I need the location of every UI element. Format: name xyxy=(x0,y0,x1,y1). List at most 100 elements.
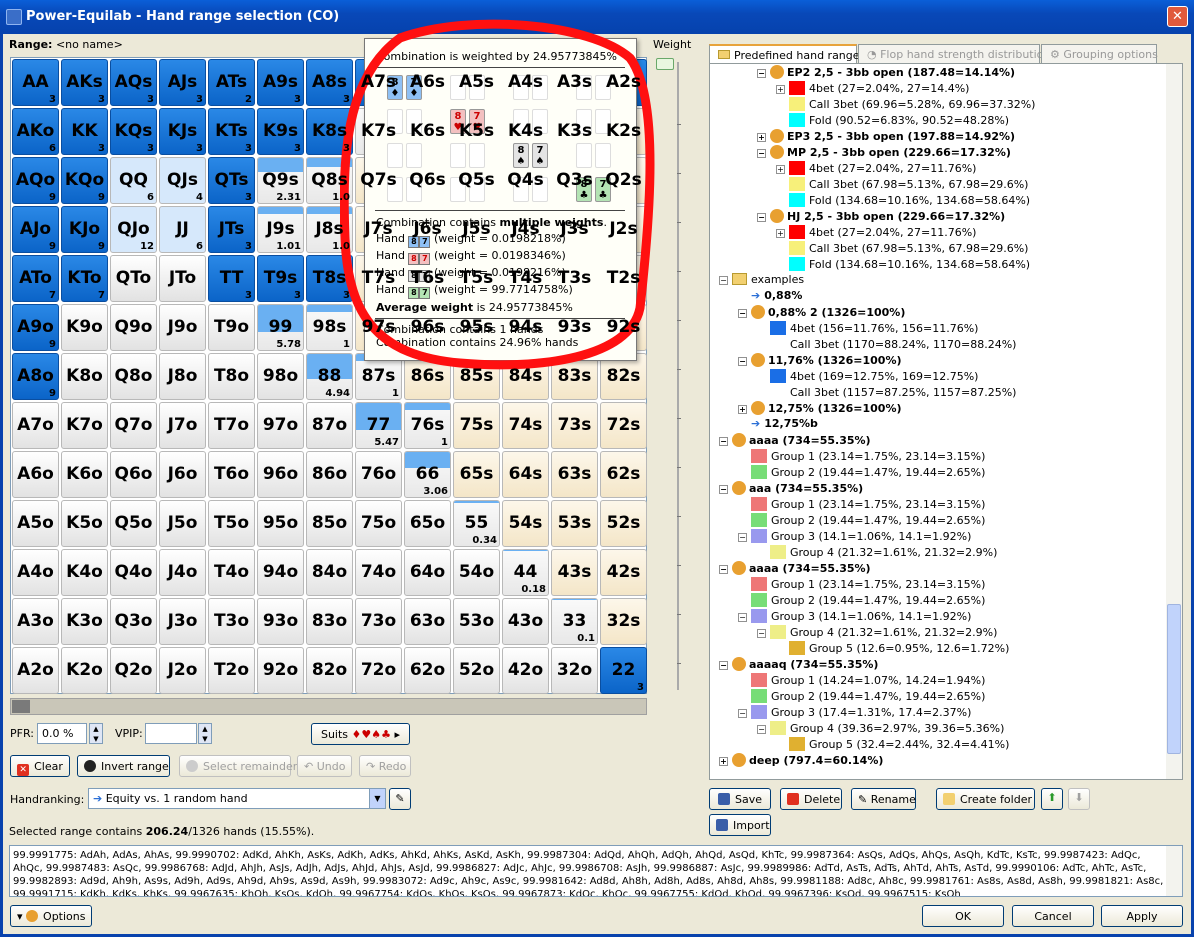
hand-cell[interactable]: K8o xyxy=(61,353,108,400)
tree-item[interactable]: − aaaa (734=55.35%) xyxy=(719,433,871,449)
hand-cell[interactable]: QJs 4 xyxy=(159,157,206,204)
expand-toggle[interactable]: + xyxy=(776,229,785,238)
hand-cell[interactable]: Q3o xyxy=(110,598,157,645)
tree-item[interactable]: − aaaaq (734=55.35%) xyxy=(719,657,878,673)
ok-button[interactable]: OK xyxy=(922,905,1004,927)
hand-cell[interactable]: J2o xyxy=(159,647,206,694)
pfr-input[interactable]: 0.0 % xyxy=(37,723,87,744)
tree-item[interactable]: Group 1 (23.14=1.75%, 23.14=3.15%) xyxy=(738,577,985,593)
rename-button[interactable]: ✎ Rename xyxy=(851,788,916,810)
tree-scroll-thumb[interactable] xyxy=(1167,604,1181,754)
suits-button[interactable]: Suits ♦♥♠♣ ▸ xyxy=(311,723,410,745)
tree-item[interactable]: Call 3bet (67.98=5.13%, 67.98=29.6%) xyxy=(776,241,1028,257)
options-button[interactable]: ▾ Options xyxy=(10,905,92,927)
expand-toggle[interactable]: − xyxy=(719,565,728,574)
hand-cell[interactable]: AQo 9 xyxy=(12,157,59,204)
save-button[interactable]: Save xyxy=(709,788,771,810)
tree-item[interactable]: Group 2 (19.44=1.47%, 19.44=2.65%) xyxy=(738,689,985,705)
expand-toggle[interactable]: − xyxy=(719,661,728,670)
hand-cell[interactable]: 88 4.94 xyxy=(306,353,353,400)
tree-item[interactable]: − EP2 2,5 - 3bb open (187.48=14.14%) xyxy=(757,65,1015,81)
hand-cell[interactable]: T4o xyxy=(208,549,255,596)
hand-cell[interactable]: J9o xyxy=(159,304,206,351)
hand-cell[interactable]: KTs 3 xyxy=(208,108,255,155)
hand-cell[interactable]: KJs 3 xyxy=(159,108,206,155)
tree-item[interactable]: Group 5 (12.6=0.95%, 12.6=1.72%) xyxy=(776,641,1009,657)
hand-cell[interactable]: ATs 2 xyxy=(208,59,255,106)
hand-cell[interactable]: J8s 1.0 xyxy=(306,206,353,253)
tree-item[interactable]: − examples xyxy=(719,273,804,289)
tree-item[interactable]: − 11,76% (1326=100%) xyxy=(738,353,902,369)
hand-cell[interactable]: 98s 1 xyxy=(306,304,353,351)
hand-cell[interactable]: 53o xyxy=(453,598,500,645)
hand-cell[interactable]: 65s xyxy=(453,451,500,498)
weight-slider-knob[interactable] xyxy=(656,58,674,70)
expand-toggle[interactable]: + xyxy=(776,165,785,174)
tree-item[interactable]: − aaa (734=55.35%) xyxy=(719,481,863,497)
tree-scrollbar[interactable] xyxy=(1166,64,1182,779)
hand-cell[interactable]: T3o xyxy=(208,598,255,645)
expand-toggle[interactable]: − xyxy=(738,709,747,718)
hand-cell[interactable]: T9o xyxy=(208,304,255,351)
expand-toggle[interactable]: − xyxy=(719,437,728,446)
hand-cell[interactable]: KJo 9 xyxy=(61,206,108,253)
hand-cell[interactable]: 42s xyxy=(600,549,647,596)
hand-cell[interactable]: A8s 3 xyxy=(306,59,353,106)
hand-cell[interactable]: K2o xyxy=(61,647,108,694)
import-button[interactable]: Import xyxy=(709,814,771,836)
hand-cell[interactable]: 77 5.47 xyxy=(355,402,402,449)
hand-cell[interactable]: 73o xyxy=(355,598,402,645)
hand-cell[interactable]: 96o xyxy=(257,451,304,498)
tree-item[interactable]: ➔ 12,75%b xyxy=(738,417,818,433)
cancel-button[interactable]: Cancel xyxy=(1012,905,1094,927)
tree-item[interactable]: − Group 3 (14.1=1.06%, 14.1=1.92%) xyxy=(738,529,971,545)
tree-item[interactable]: Group 5 (32.4=2.44%, 32.4=4.41%) xyxy=(776,737,1009,753)
redo-button[interactable]: ↷ Redo xyxy=(359,755,411,777)
hand-cell[interactable]: AQs 3 xyxy=(110,59,157,106)
tree-item[interactable]: − Group 3 (14.1=1.06%, 14.1=1.92%) xyxy=(738,609,971,625)
tree-item[interactable]: Fold (134.68=10.16%, 134.68=58.64%) xyxy=(776,193,1030,209)
hand-cell[interactable]: AKo 6 xyxy=(12,108,59,155)
expand-toggle[interactable]: − xyxy=(719,276,728,285)
scroll-thumb[interactable] xyxy=(12,700,30,713)
hand-cell[interactable]: K8s 3 xyxy=(306,108,353,155)
hand-cell[interactable]: T9s 3 xyxy=(257,255,304,302)
expand-toggle[interactable]: − xyxy=(719,485,728,494)
hand-cell[interactable]: A9s 3 xyxy=(257,59,304,106)
hand-cell[interactable]: 84o xyxy=(306,549,353,596)
hand-cell[interactable]: QTo xyxy=(110,255,157,302)
hand-cell[interactable]: T2o xyxy=(208,647,255,694)
apply-button[interactable]: Apply xyxy=(1101,905,1183,927)
hand-cell[interactable]: AJs 3 xyxy=(159,59,206,106)
hand-cell[interactable]: A5o xyxy=(12,500,59,547)
hand-cell[interactable]: 75o xyxy=(355,500,402,547)
tree-item[interactable]: +12,75% (1326=100%) xyxy=(738,401,902,417)
hand-cell[interactable]: 83o xyxy=(306,598,353,645)
expand-toggle[interactable]: − xyxy=(738,357,747,366)
tab-grouping[interactable]: ⚙ Grouping options xyxy=(1041,44,1158,64)
weight-slider-track[interactable] xyxy=(677,62,679,690)
invert-range-button[interactable]: Invert range xyxy=(77,755,170,777)
tree-item[interactable]: 4bet (169=12.75%, 169=12.75%) xyxy=(757,369,978,385)
pfr-spinner[interactable]: ▲ ▼ xyxy=(89,723,103,744)
tree-item[interactable]: − Group 4 (21.32=1.61%, 21.32=2.9%) xyxy=(757,625,997,641)
hand-cell[interactable]: JTo xyxy=(159,255,206,302)
hand-cell[interactable]: QJo 12 xyxy=(110,206,157,253)
hand-cell[interactable]: T8o xyxy=(208,353,255,400)
expand-toggle[interactable]: + xyxy=(757,133,766,142)
hand-cell[interactable]: 54s xyxy=(502,500,549,547)
text-scrollbar[interactable] xyxy=(1166,846,1182,896)
expand-toggle[interactable]: − xyxy=(757,725,766,734)
hand-cell[interactable]: QTs 3 xyxy=(208,157,255,204)
hand-cell[interactable]: 94o xyxy=(257,549,304,596)
hand-cell[interactable]: K9s 3 xyxy=(257,108,304,155)
tree-item[interactable]: + deep (797.4=60.14%) xyxy=(719,753,883,769)
hand-cell[interactable]: A9o 9 xyxy=(12,304,59,351)
combo-text-area[interactable]: 99.9991775: AdAh, AdAs, AhAs, 99.9990702… xyxy=(9,845,1183,897)
hand-cell[interactable]: 85o xyxy=(306,500,353,547)
hand-cell[interactable]: 72o xyxy=(355,647,402,694)
tree-item[interactable]: Call 3bet (1170=88.24%, 1170=88.24%) xyxy=(757,337,1016,353)
hand-cell[interactable]: TT 3 xyxy=(208,255,255,302)
expand-toggle[interactable]: + xyxy=(719,757,728,766)
hand-cell[interactable]: 97o xyxy=(257,402,304,449)
